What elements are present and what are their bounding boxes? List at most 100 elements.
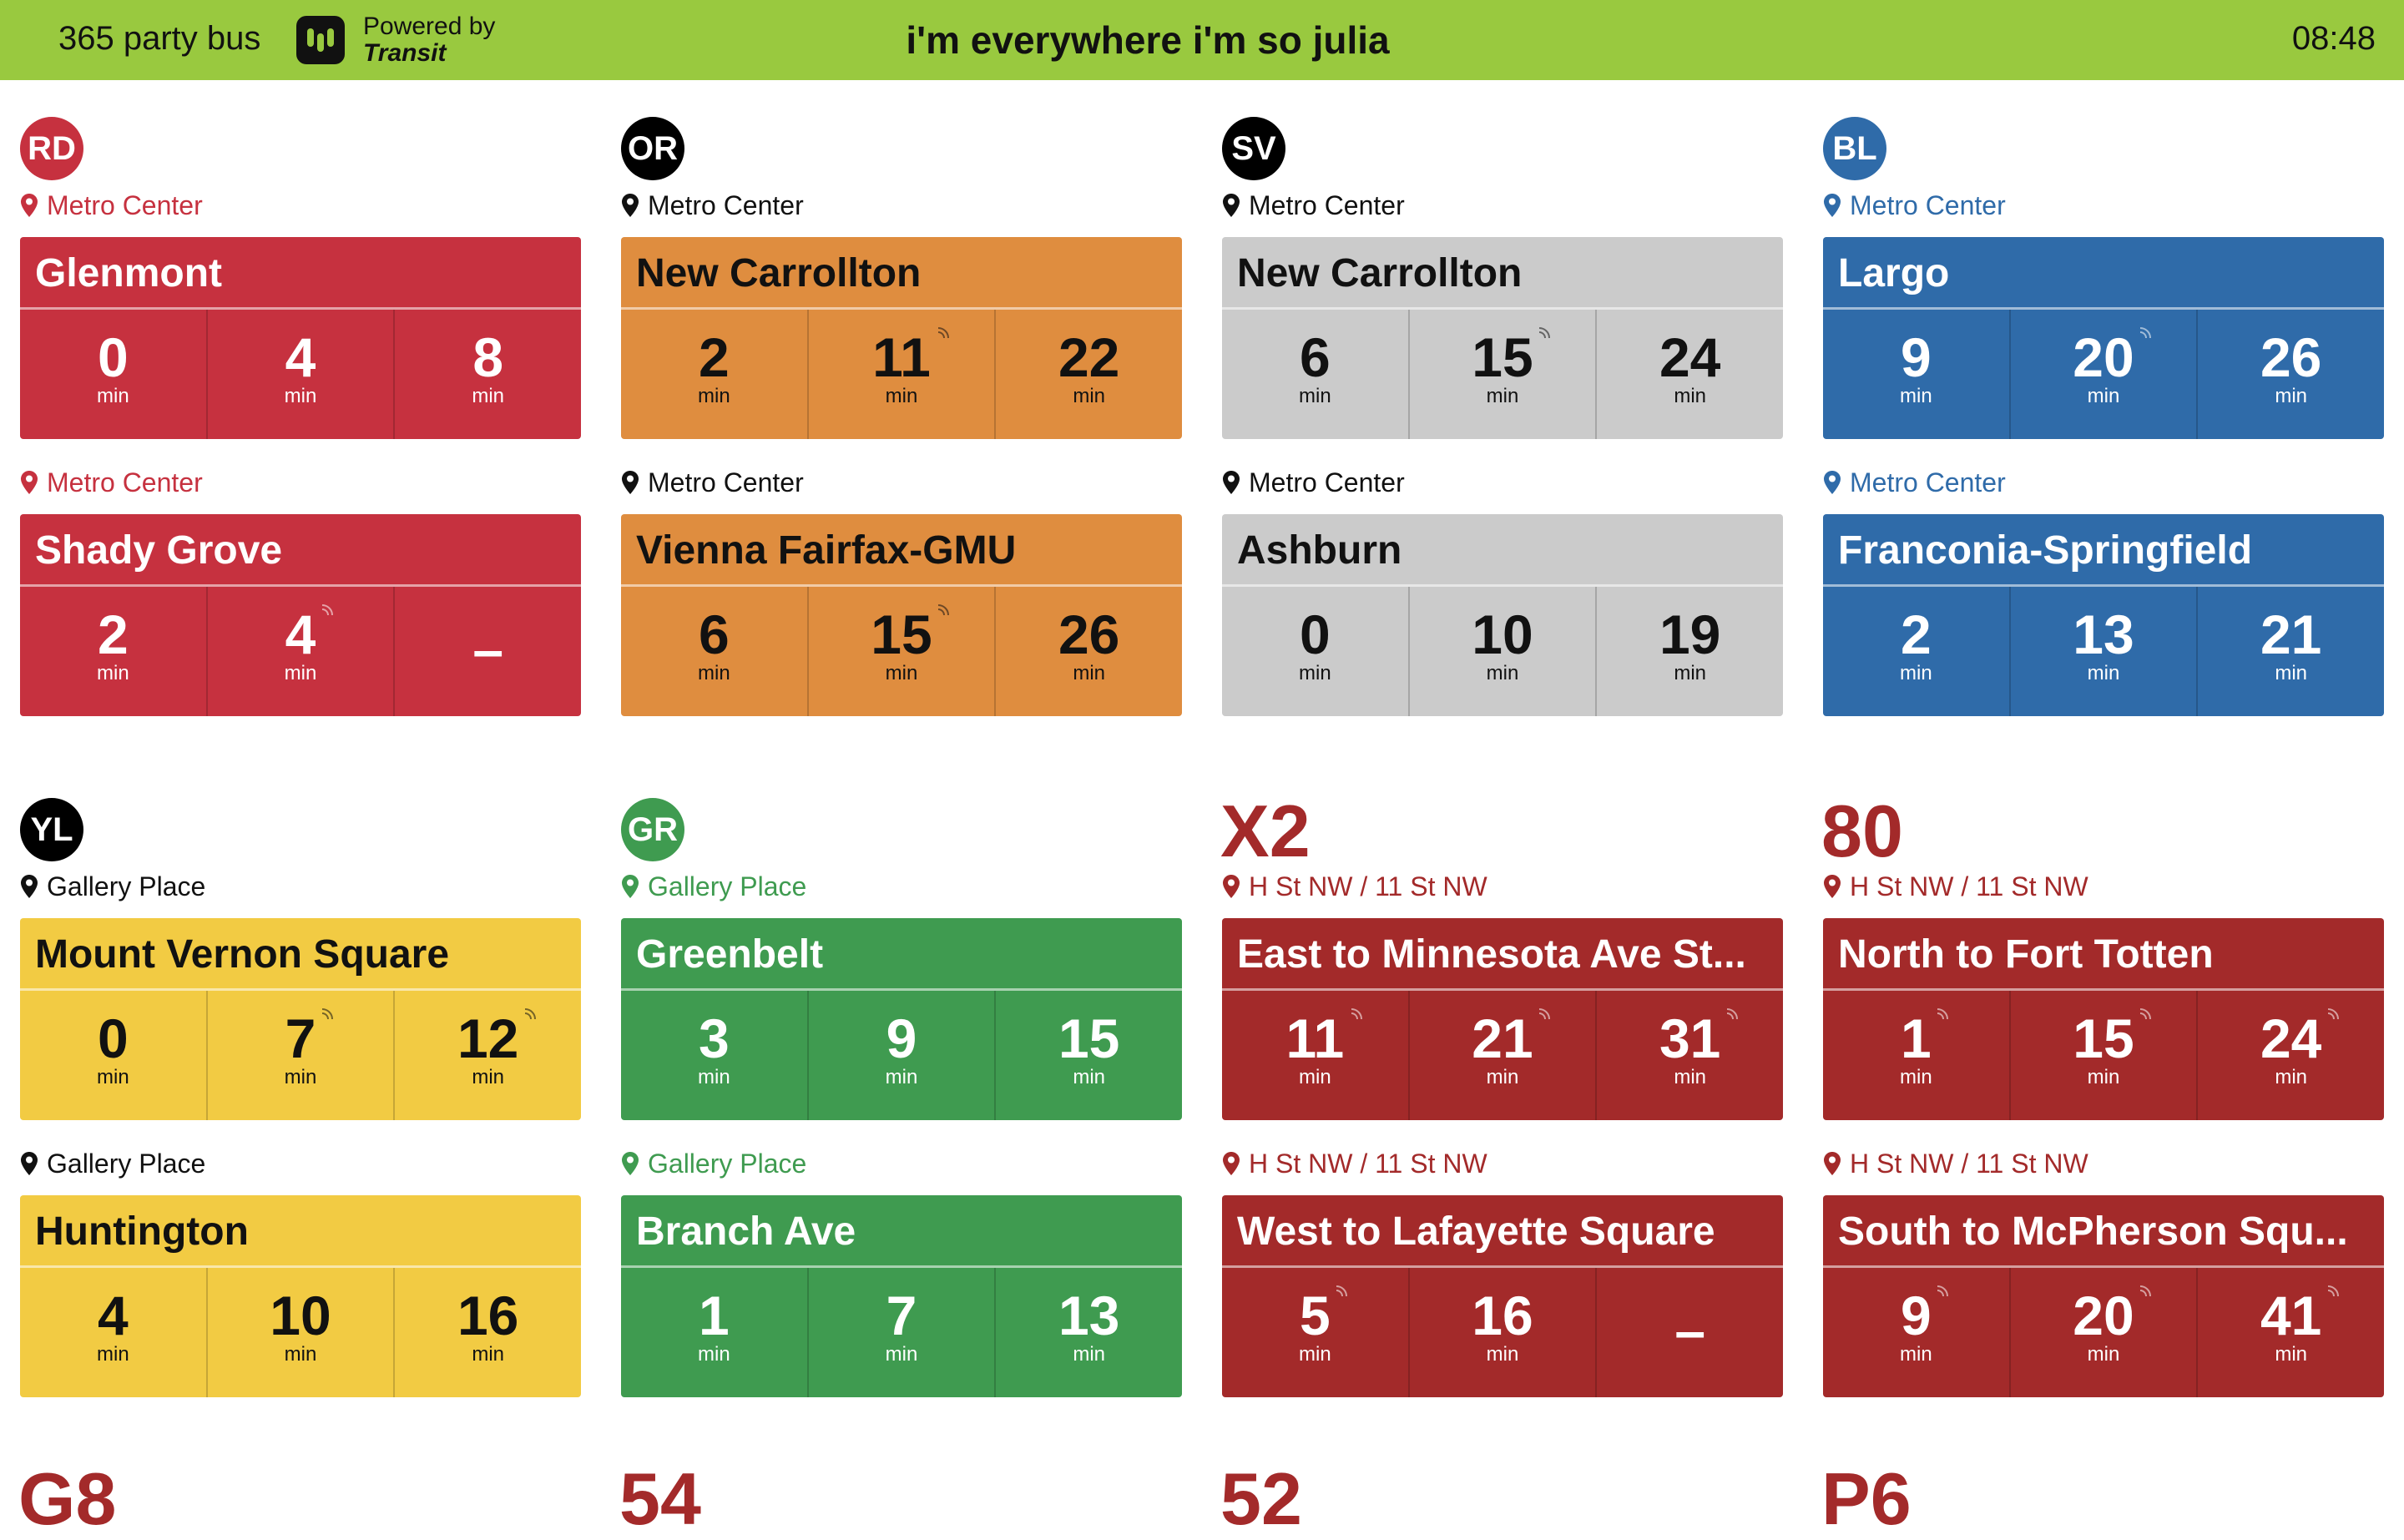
no-departure: – — [1674, 1300, 1706, 1361]
departure-times: 6 min 15 min 24 min — [1222, 310, 1783, 439]
minutes-value: 7 — [886, 1285, 917, 1346]
top-bar: 365 party bus Powered by Transit i'm eve… — [0, 0, 2404, 80]
departure-card[interactable]: East to Minnesota Ave St... 11 min 21 min 31 m… — [1222, 918, 1783, 1120]
departure-time: 12 min — [393, 991, 581, 1120]
minutes-unit: min — [2275, 1066, 2308, 1088]
departure-time: 19 min — [1595, 587, 1783, 716]
departure-card[interactable]: Mount Vernon Square 0 min 7 min 12 min — [20, 918, 581, 1120]
stop-label: Metro Center — [1823, 189, 2006, 222]
stop-label: Gallery Place — [20, 1147, 205, 1180]
realtime-icon — [2137, 1283, 2154, 1300]
departure-card[interactable]: New Carrollton 2 min 11 min 22 min — [621, 237, 1182, 439]
minutes-value: 16 — [1472, 1285, 1533, 1346]
departure-times: 0 min 10 min 19 min — [1222, 587, 1783, 716]
minutes-value: 8 — [472, 326, 504, 388]
minutes-value: 19 — [1659, 603, 1721, 665]
departure-card[interactable]: West to Lafayette Square 5 min 16 min – — [1222, 1195, 1783, 1397]
minutes-unit: min — [97, 1066, 129, 1088]
departure-time: 16 min — [1407, 1268, 1596, 1397]
stop-label: Metro Center — [1823, 466, 2006, 499]
departure-time: – — [393, 587, 581, 716]
destination: West to Lafayette Square — [1237, 1209, 1715, 1254]
minutes-unit: min — [1486, 385, 1519, 407]
minutes-unit: min — [2087, 662, 2120, 684]
minutes-unit: min — [2275, 1343, 2308, 1366]
line-badge: YL — [20, 798, 83, 861]
departure-time: 21 min — [2196, 587, 2384, 716]
departure-time: 3 min — [621, 991, 807, 1120]
minutes-unit: min — [284, 1343, 317, 1366]
minutes-value: 11 — [1285, 1007, 1345, 1069]
minutes-value: 22 — [1058, 326, 1120, 388]
departure-time: 10 min — [205, 1268, 394, 1397]
minutes-unit: min — [698, 385, 730, 407]
minutes-value: 21 — [1472, 1007, 1533, 1069]
departure-card[interactable]: Vienna Fairfax-GMU 6 min 15 min 26 min — [621, 514, 1182, 716]
minutes-value: 15 — [1058, 1007, 1120, 1069]
destination: Branch Ave — [636, 1209, 856, 1254]
minutes-value: 0 — [97, 1007, 129, 1069]
departure-card[interactable]: Ashburn 0 min 10 min 19 min — [1222, 514, 1783, 716]
stop-label: H St NW / 11 St NW — [1823, 1147, 2088, 1180]
destination: Shady Grove — [35, 528, 283, 573]
location-pin-icon — [621, 470, 648, 495]
minutes-value: 10 — [1472, 603, 1533, 665]
departure-time: 15 min — [806, 587, 995, 716]
realtime-icon — [935, 325, 952, 341]
departure-card[interactable]: Shady Grove 2 min 4 min – — [20, 514, 581, 716]
departure-card[interactable]: Glenmont 0 min 4 min 8 min — [20, 237, 581, 439]
destination: North to Fort Totten — [1838, 932, 2214, 977]
realtime-icon — [2325, 1006, 2341, 1022]
departure-card[interactable]: New Carrollton 6 min 15 min 24 min — [1222, 237, 1783, 439]
departure-time: 1 min — [1823, 991, 2009, 1120]
stop-name: Gallery Place — [47, 871, 206, 901]
stop-label: Metro Center — [1222, 189, 1405, 222]
minutes-value: 3 — [698, 1007, 730, 1069]
minutes-value: 13 — [1058, 1285, 1120, 1346]
departure-times: 6 min 15 min 26 min — [621, 587, 1182, 716]
departure-time: 11 min — [1222, 991, 1408, 1120]
location-pin-icon — [20, 1151, 47, 1176]
minutes-value: 4 — [285, 326, 316, 388]
stop-label: Gallery Place — [20, 870, 205, 903]
minutes-value: 21 — [2260, 603, 2322, 665]
destination: Vienna Fairfax-GMU — [636, 528, 1017, 573]
minutes-value: 2 — [698, 326, 730, 388]
departure-card[interactable]: Greenbelt 3 min 9 min 15 min — [621, 918, 1182, 1120]
departure-card[interactable]: South to McPherson Squ... 9 min 20 min 41 min — [1823, 1195, 2384, 1397]
minutes-value: 15 — [2073, 1007, 2134, 1069]
stop-name: H St NW / 11 St NW — [1850, 1149, 2088, 1179]
minutes-value: 26 — [2260, 326, 2322, 388]
departure-time: 4 min — [20, 1268, 206, 1397]
departure-card[interactable]: Huntington 4 min 10 min 16 min — [20, 1195, 581, 1397]
departure-time: – — [1595, 1268, 1783, 1397]
realtime-icon — [522, 1006, 538, 1022]
realtime-icon — [935, 602, 952, 619]
stop-label: Metro Center — [621, 189, 804, 222]
no-departure: – — [472, 619, 504, 680]
departure-card[interactable]: Branch Ave 1 min 7 min 13 min — [621, 1195, 1182, 1397]
minutes-value: 24 — [2260, 1007, 2322, 1069]
minutes-value: 11 — [872, 326, 931, 388]
minutes-unit: min — [1073, 385, 1106, 407]
minutes-unit: min — [1073, 1066, 1106, 1088]
line-badge: RD — [20, 117, 83, 180]
minutes-value: 6 — [698, 603, 730, 665]
minutes-value: 9 — [1900, 1285, 1932, 1346]
departure-card[interactable]: North to Fort Totten 1 min 15 min 24 min — [1823, 918, 2384, 1120]
departure-times: 5 min 16 min – — [1222, 1268, 1783, 1397]
location-pin-icon — [1823, 874, 1850, 899]
departure-card[interactable]: Franconia-Springfield 2 min 13 min 21 min — [1823, 514, 2384, 716]
minutes-unit: min — [698, 1343, 730, 1366]
departure-time: 9 min — [1823, 1268, 2009, 1397]
departure-times: 9 min 20 min 41 min — [1823, 1268, 2384, 1397]
minutes-unit: min — [2087, 1343, 2120, 1366]
minutes-unit: min — [472, 1343, 505, 1366]
departure-card[interactable]: Largo 9 min 20 min 26 min — [1823, 237, 2384, 439]
departure-time: 4 min — [205, 587, 394, 716]
route-number: P6 — [1821, 1457, 1912, 1540]
departure-time: 15 min — [1407, 310, 1596, 439]
destination: Glenmont — [35, 251, 222, 295]
minutes-value: 15 — [1472, 326, 1533, 388]
minutes-unit: min — [1674, 662, 1707, 684]
